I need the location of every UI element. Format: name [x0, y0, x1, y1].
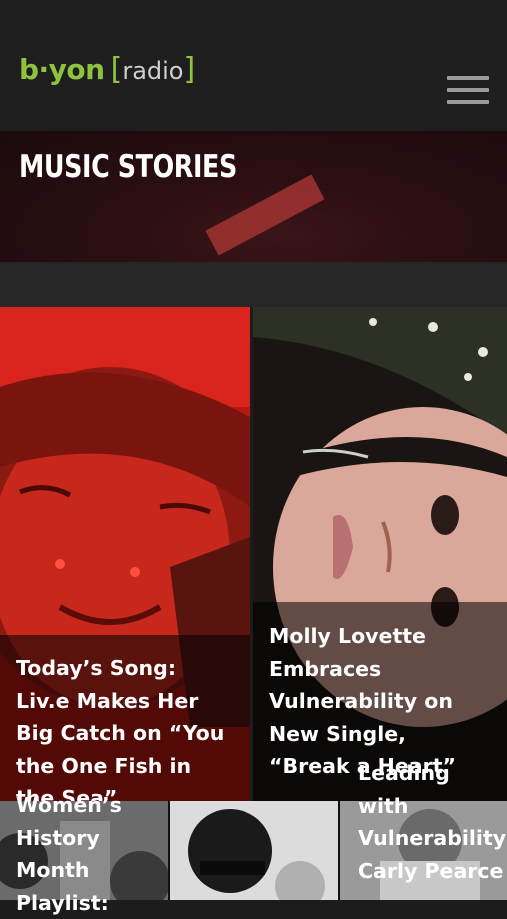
menu-bar-bottom [447, 100, 489, 104]
story-title-live[interactable]: Today’s Song: Liv.e Makes Her Big Catch … [0, 652, 250, 801]
story-card-live[interactable]: Today’s Song: Liv.e Makes Her Big Catch … [0, 307, 250, 801]
menu-bar-middle [447, 88, 489, 92]
story-card-middle[interactable] [170, 801, 338, 900]
menu-bar-top [447, 76, 489, 80]
section-divider [0, 262, 507, 307]
story-card-molly-lovette[interactable]: Molly Lovette Embraces Vulnerability on … [253, 307, 507, 801]
byon-radio-logo[interactable]: b·yon [ radio ] [19, 52, 195, 92]
story-image-middle [170, 801, 338, 900]
logo-close-bracket: ] [183, 52, 196, 87]
top-nav-bar: b·yon [ radio ] [0, 0, 507, 131]
story-title-carly-pearce[interactable]: Leading with Vulnerability: Carly Pearce [358, 757, 507, 887]
hero-background-image [205, 174, 325, 256]
logo-open-bracket: [ [110, 52, 123, 87]
logo-byon-text: b·yon [19, 53, 105, 86]
page-title: MUSIC STORIES [19, 149, 237, 185]
logo-radio-text: radio [122, 57, 184, 85]
hamburger-menu-icon[interactable] [447, 76, 489, 106]
